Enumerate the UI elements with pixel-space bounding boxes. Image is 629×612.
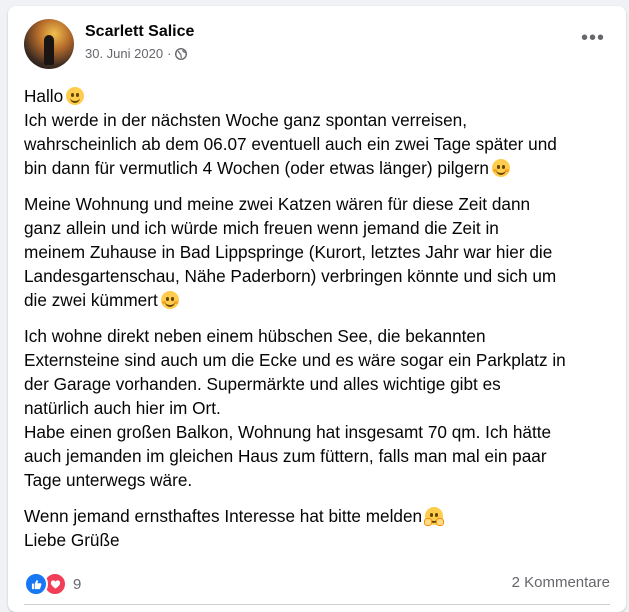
text-line: Landesgartenschau, Nähe Paderborn) verbr… (24, 266, 557, 286)
text-line: Wenn jemand ernsthaftes Interesse hat bi… (24, 504, 616, 528)
text-line: meinem Zuhause in Bad Lippspringe (Kuror… (24, 242, 553, 262)
text-line: natürlich auch hier im Ort. (24, 398, 221, 418)
text-line: der Garage vorhanden. Supermärkte und al… (24, 374, 501, 394)
blush-emoji-icon (491, 159, 510, 177)
post-date[interactable]: 30. Juni 2020 (85, 46, 163, 61)
text-line: Ich wohne direkt neben einem hübschen Se… (24, 326, 486, 346)
globe-icon (175, 47, 188, 60)
paragraph-2: Meine Wohnung und meine zwei Katzen wäre… (24, 192, 616, 312)
more-options-button[interactable]: ••• (578, 28, 608, 52)
text-line: Hallo (24, 84, 616, 108)
post-header: Scarlett Salice 30. Juni 2020 · ••• (24, 18, 610, 70)
avatar-silhouette (44, 35, 54, 65)
text-line: wahrscheinlich ab dem 06.07 eventuell au… (24, 134, 557, 154)
author-name[interactable]: Scarlett Salice (85, 23, 194, 41)
paragraph-1: Hallo Ich werde in der nächsten Woche ga… (24, 84, 616, 180)
post-text: Hallo Ich werde in der nächsten Woche ga… (24, 84, 616, 564)
post-card: Scarlett Salice 30. Juni 2020 · ••• Hall… (8, 6, 626, 612)
post-footer: 9 2 Kommentare (24, 572, 610, 596)
paragraph-4: Wenn jemand ernsthaftes Interesse hat bi… (24, 504, 616, 552)
text-line: die zwei kümmert (24, 288, 616, 312)
text-line: Liebe Grüße (24, 530, 120, 550)
comments-link[interactable]: 2 Kommentare (512, 574, 610, 591)
paragraph-3: Ich wohne direkt neben einem hübschen Se… (24, 324, 616, 492)
reactions-summary[interactable]: 9 (24, 572, 81, 596)
blush-emoji-icon (160, 291, 179, 309)
footer-divider (24, 604, 610, 605)
text-line: ganz allein und ich würde mich freuen we… (24, 218, 499, 238)
text-line: Habe einen großen Balkon, Wohnung hat in… (24, 422, 552, 442)
text-line: Meine Wohnung und meine zwei Katzen wäre… (24, 194, 531, 214)
reaction-count: 9 (73, 575, 82, 593)
more-icon: ••• (580, 27, 605, 49)
hugging-emoji-icon (424, 507, 445, 526)
text-line: Tage unterwegs wäre. (24, 470, 193, 490)
text-line: Ich werde in der nächsten Woche ganz spo… (24, 110, 467, 130)
meta-separator: · (167, 46, 172, 61)
text-line: Externsteine sind auch um die Ecke und e… (24, 350, 566, 370)
smile-emoji-icon (66, 87, 85, 105)
post-meta: 30. Juni 2020 · (85, 46, 188, 61)
text-line: bin dann für vermutlich 4 Wochen (oder e… (24, 156, 616, 180)
like-icon (24, 572, 48, 596)
text-line: auch jemanden im gleichen Haus zum fütte… (24, 446, 547, 466)
avatar[interactable] (24, 19, 74, 69)
